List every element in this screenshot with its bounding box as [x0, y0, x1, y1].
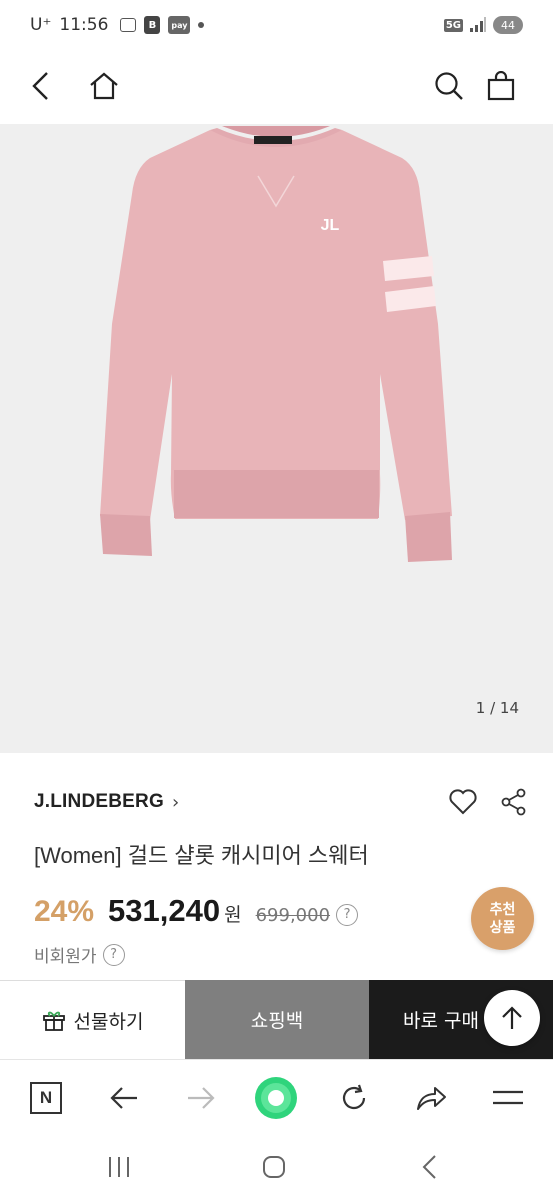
- product-title: [Women] 걸드 샬롯 캐시미어 스웨터: [34, 843, 369, 868]
- svg-text:JL: JL: [321, 217, 340, 234]
- member-price-label: 비회원가: [34, 947, 97, 967]
- currency-unit: 원: [224, 904, 242, 926]
- browser-menu-button[interactable]: [484, 1074, 532, 1122]
- original-price: 699,000: [255, 905, 331, 926]
- gift-icon: [42, 1011, 65, 1031]
- menu-icon: [493, 1090, 523, 1105]
- browser-share-button[interactable]: [407, 1074, 455, 1122]
- refresh-icon: [342, 1084, 366, 1110]
- sale-price: 531,240: [108, 893, 221, 928]
- screenshot-icon: [120, 18, 137, 32]
- share-arrow-icon: [417, 1087, 446, 1110]
- recommend-label-1: 추천: [489, 901, 516, 918]
- scroll-to-top-button[interactable]: [484, 990, 540, 1046]
- clock: 11:56: [59, 15, 109, 35]
- image-counter: 1 / 14: [475, 699, 519, 717]
- purchase-action-bar: 선물하기 쇼핑백 바로 구매: [0, 980, 553, 1059]
- back-button[interactable]: [20, 64, 64, 108]
- recommend-products-button[interactable]: 추천 상품: [471, 887, 534, 950]
- shopping-bag-icon: [487, 71, 515, 101]
- search-button[interactable]: [427, 64, 471, 108]
- chevron-right-icon[interactable]: ›: [172, 792, 179, 813]
- naver-home-button[interactable]: N: [22, 1074, 70, 1122]
- browser-forward-button[interactable]: [177, 1074, 225, 1122]
- price-row: 24% 531,240 원 699,000 ?: [34, 893, 359, 929]
- search-icon: [435, 72, 463, 100]
- android-home-button[interactable]: [252, 1147, 296, 1187]
- gift-label: 선물하기: [73, 1010, 144, 1033]
- heart-icon[interactable]: [449, 789, 477, 815]
- recent-apps-icon: [109, 1157, 129, 1177]
- product-image-gallery[interactable]: JL 1 / 14: [0, 124, 553, 753]
- notification-dot-icon: [198, 22, 205, 28]
- naver-n-icon: N: [30, 1082, 62, 1114]
- battery-icon: 44: [493, 16, 523, 34]
- brand-row: J.LINDEBERG ›: [34, 786, 527, 818]
- cart-button[interactable]: [479, 64, 523, 108]
- shopping-bag-button[interactable]: 쇼핑백: [185, 980, 369, 1059]
- browser-toolbar: N: [0, 1059, 553, 1135]
- green-dot-button[interactable]: [252, 1074, 300, 1122]
- arrow-up-icon: [502, 1006, 522, 1029]
- status-bar: U⁺ 11:56 B pay 5G 44: [0, 0, 553, 50]
- android-navigation-bar: [0, 1135, 553, 1200]
- android-home-icon: [263, 1156, 285, 1178]
- home-button[interactable]: [82, 64, 126, 108]
- network-type: 5G: [443, 18, 463, 32]
- signal-icon: [470, 17, 486, 32]
- member-price-row: 비회원가 ?: [34, 942, 125, 967]
- share-icon[interactable]: [501, 788, 527, 816]
- recommend-label-2: 상품: [489, 919, 516, 936]
- android-back-icon: [422, 1155, 436, 1179]
- b-app-icon: B: [144, 16, 161, 34]
- pay-app-icon: pay: [168, 16, 191, 34]
- price-help-icon[interactable]: ?: [336, 903, 359, 926]
- discount-rate: 24%: [34, 895, 95, 928]
- app-header: [0, 50, 553, 122]
- green-dot-icon: [255, 1077, 297, 1119]
- recent-apps-button[interactable]: [97, 1147, 141, 1187]
- back-icon: [32, 72, 48, 100]
- refresh-button[interactable]: [330, 1074, 378, 1122]
- brand-link[interactable]: J.LINDEBERG: [34, 791, 164, 813]
- android-back-button[interactable]: [408, 1147, 452, 1187]
- forward-arrow-icon: [188, 1087, 215, 1109]
- member-price-help-icon[interactable]: ?: [102, 943, 125, 966]
- carrier: U⁺: [30, 15, 52, 35]
- back-arrow-icon: [110, 1087, 137, 1109]
- pink-sweater-image: JL: [100, 126, 452, 562]
- browser-back-button[interactable]: [100, 1074, 148, 1122]
- home-icon: [90, 72, 118, 100]
- gift-button[interactable]: 선물하기: [0, 980, 185, 1059]
